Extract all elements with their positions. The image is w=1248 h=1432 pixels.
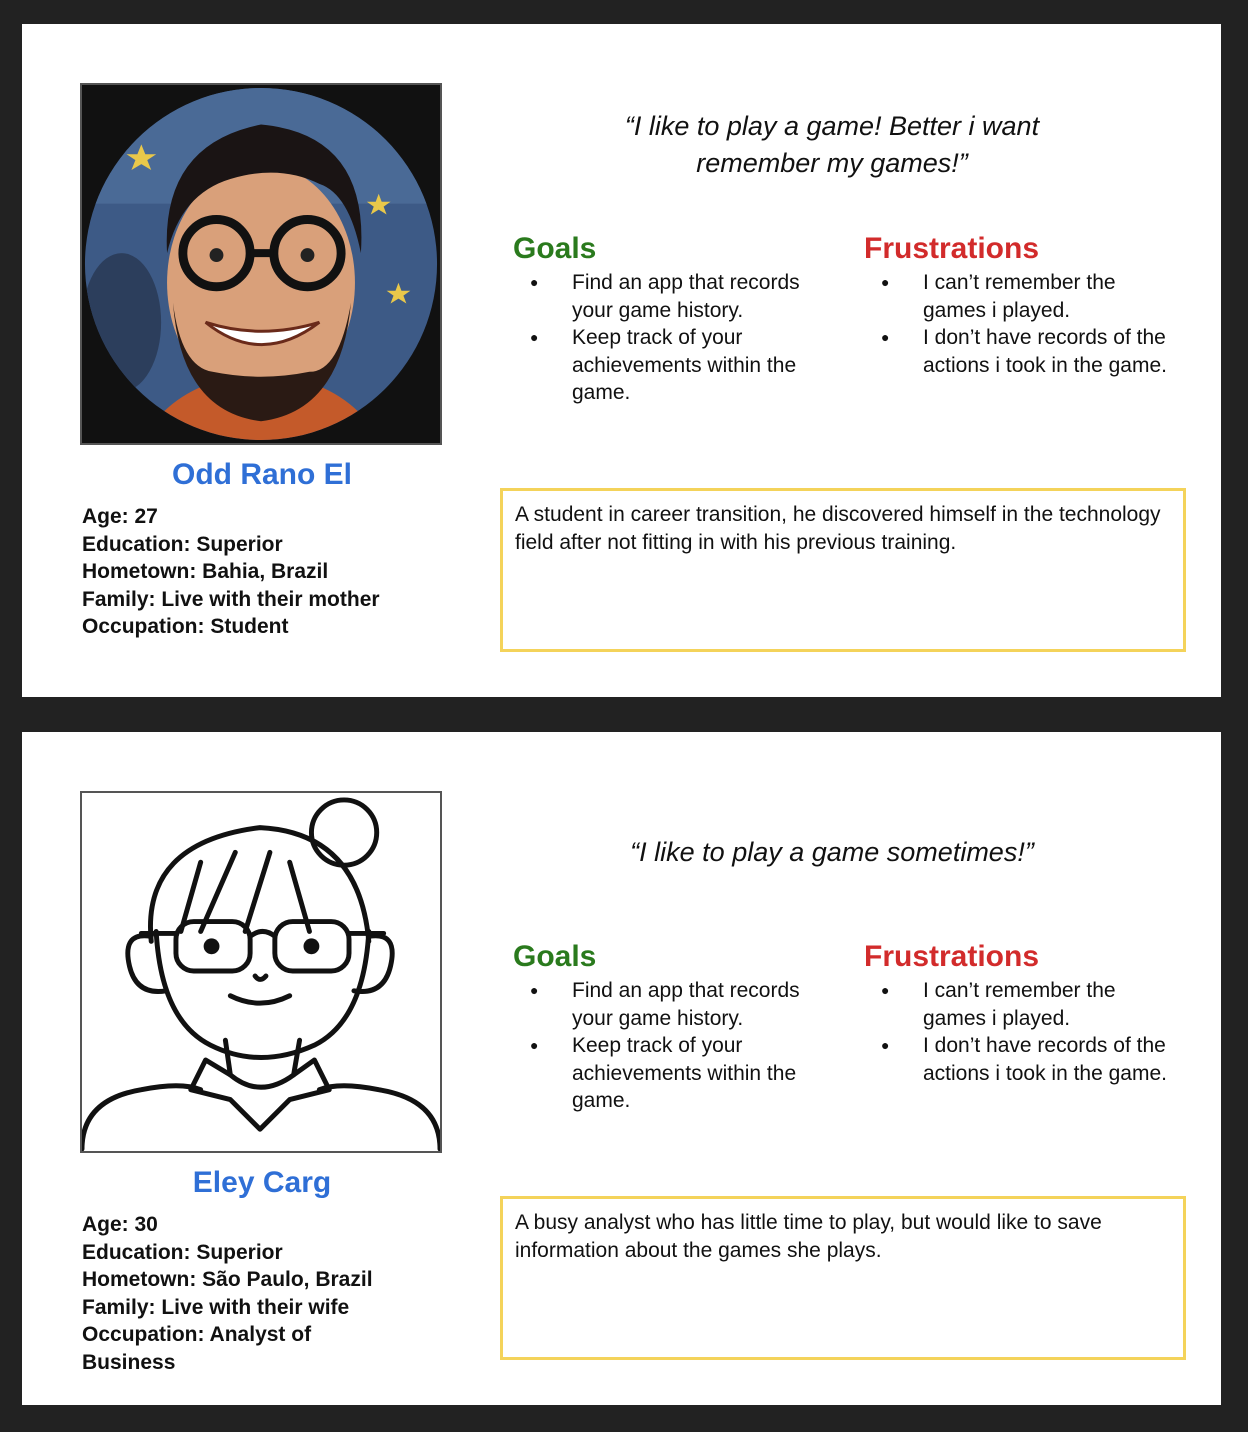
- goal-item: Find an app that records your game histo…: [513, 269, 803, 324]
- info-occupation: Occupation: Student: [82, 615, 289, 638]
- persona-card-eley-carg: Eley Carg Age: 30 Education: Superior Ho…: [22, 732, 1221, 1405]
- info-family: Family: Live with their mother: [82, 587, 380, 611]
- goals-list: Find an app that records your game histo…: [513, 269, 803, 407]
- info-occupation: Occupation: Analyst of Business: [82, 1323, 312, 1374]
- info-education: Education: Superior: [82, 532, 283, 556]
- persona-quote: “I like to play a game! Better i want re…: [624, 111, 1040, 178]
- frustration-item: I don’t have records of the actions i to…: [864, 1032, 1184, 1087]
- avatar-line-drawing-icon: [82, 793, 440, 1151]
- persona-info: Age: 30 Education: Superior Hometown: Sã…: [82, 1211, 482, 1376]
- persona-bio: A student in career transition, he disco…: [500, 488, 1186, 652]
- goals-heading: Goals: [513, 232, 597, 265]
- goals-list: Find an app that records your game histo…: [513, 977, 803, 1115]
- frustration-item: I can’t remember the games i played.: [864, 269, 1184, 324]
- persona-photo: [80, 83, 442, 445]
- info-hometown: Hometown: Bahia, Brazil: [82, 560, 329, 583]
- frustrations-list: I can’t remember the games i played. I d…: [864, 269, 1184, 379]
- persona-name: Eley Carg: [192, 1166, 332, 1199]
- frustrations-heading: Frustrations: [864, 940, 1040, 973]
- avatar-photo-illustration: [82, 85, 440, 443]
- goal-item: Keep track of your achievements within t…: [513, 324, 803, 407]
- persona-bio: A busy analyst who has little time to pl…: [500, 1196, 1186, 1360]
- goals-heading: Goals: [513, 940, 597, 973]
- goal-item: Keep track of your achievements within t…: [513, 1032, 803, 1115]
- info-age: Age: 27: [82, 505, 158, 528]
- persona-card-odd-rano-el: Odd Rano El Age: 27 Education: Superior …: [22, 24, 1221, 697]
- info-education: Education: Superior: [82, 1240, 283, 1264]
- frustrations-list: I can’t remember the games i played. I d…: [864, 977, 1184, 1087]
- persona-quote: “I like to play a game sometimes!”: [630, 837, 1034, 867]
- frustrations-heading: Frustrations: [864, 232, 1040, 265]
- info-hometown: Hometown: São Paulo, Brazil: [82, 1268, 373, 1291]
- frustration-item: I can’t remember the games i played.: [864, 977, 1184, 1032]
- persona-info: Age: 27 Education: Superior Hometown: Ba…: [82, 503, 482, 641]
- info-age: Age: 30: [82, 1213, 158, 1236]
- persona-photo: [80, 791, 442, 1153]
- goal-item: Find an app that records your game histo…: [513, 977, 803, 1032]
- persona-name: Odd Rano El: [172, 458, 352, 491]
- info-family: Family: Live with their wife: [82, 1295, 350, 1319]
- frustration-item: I don’t have records of the actions i to…: [864, 324, 1184, 379]
